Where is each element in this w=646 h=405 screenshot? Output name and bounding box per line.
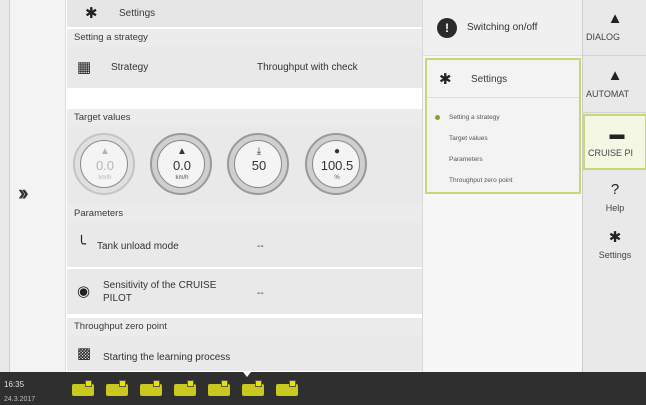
nav-dialog[interactable]: ▲ DIALOG [583, 0, 646, 56]
machine-icon[interactable] [240, 378, 266, 400]
clock-date: 24.3.2017 [4, 396, 36, 403]
tank-unload-value: -- [257, 241, 264, 252]
speed-icon: ▲ [100, 146, 110, 157]
nav-settings[interactable]: ✱ Settings [583, 218, 646, 274]
taskbar-notch [243, 372, 251, 377]
nav-settings-label: Settings [598, 250, 632, 260]
cruise-pilot-screen: ›› ✱ Settings Setting a strategy ▦ Strat… [0, 0, 646, 405]
strategy-row[interactable]: ▦ Strategy Throughput with check [67, 47, 422, 89]
sensitivity-label-line1: Sensitivity of the CRUISE [103, 280, 217, 291]
submenu-item-strategy[interactable]: Setting a strategy [449, 114, 500, 121]
nav-automatic-label: AUTOMAT [586, 89, 630, 99]
target-values-gauges: ▲ 0.0 km/h ▲ 0.0 km/h ⤓ 50 ● 100.5 % [67, 127, 422, 205]
settings-title: Settings [119, 8, 156, 19]
machine-icon[interactable] [274, 378, 300, 400]
harvester-icon: ▬ [609, 126, 625, 143]
help-icon: ? [610, 181, 620, 198]
taskbar: 16:35 24.3.2017 [0, 372, 646, 405]
machine-icon[interactable] [70, 378, 96, 400]
gauge-unit: % [334, 175, 340, 181]
gauge-crop[interactable]: ⤓ 50 [227, 133, 289, 195]
gauge-value: 0.0 [172, 158, 192, 173]
machine-icon[interactable] [104, 378, 130, 400]
nav-automatic[interactable]: ▲ AUTOMAT [583, 57, 646, 113]
gauge-speed[interactable]: ▲ 0.0 km/h [150, 133, 212, 195]
machine-icon[interactable] [138, 378, 164, 400]
gauge-throughput[interactable]: ● 100.5 % [305, 133, 367, 195]
learning-row[interactable]: ▩ Starting the learning process [67, 336, 422, 372]
section-throughput-zero: Throughput zero point [67, 318, 422, 336]
submenu-item-zero-point[interactable]: Throughput zero point [449, 177, 513, 184]
settings-header: ✱ Settings [67, 0, 422, 28]
throughput-icon: ● [333, 146, 341, 157]
settings-menu: ! Switching on/off ✱ Settings Setting a … [422, 0, 583, 372]
learning-label: Starting the learning process [103, 352, 231, 363]
clock-time: 16:35 [4, 380, 25, 389]
gauge-value: 100.5 [320, 158, 354, 173]
settings-submenu-title: Settings [471, 74, 508, 85]
sensitivity-label-line2: PILOT [103, 293, 132, 304]
nav-cruise-pilot[interactable]: ▬ CRUISE PI [583, 114, 646, 170]
gear-icon: ✱ [85, 5, 98, 22]
gauge-speed-disabled[interactable]: ▲ 0.0 km/h [73, 133, 135, 195]
section-target-values: Target values [67, 109, 422, 127]
tank-unload-label: Tank unload mode [97, 241, 179, 252]
gauge-value: 0.0 [95, 158, 115, 173]
sensitivity-row[interactable]: ◉ Sensitivity of the CRUISE PILOT -- [67, 269, 422, 315]
nav-dialog-label: DIALOG [586, 32, 621, 42]
sensitivity-value: -- [257, 288, 264, 299]
settings-submenu-header[interactable]: ✱ Settings [427, 60, 579, 98]
tank-unload-icon: ╰ [77, 236, 87, 253]
nav-help-label: Help [605, 203, 625, 213]
submenu-item-target-values[interactable]: Target values [449, 135, 488, 142]
machine-icon[interactable] [172, 378, 198, 400]
strategy-value: Throughput with check [257, 62, 358, 73]
right-navigation: ▲ DIALOG ▲ AUTOMAT ▬ CRUISE PI ? Help ✱ … [582, 0, 646, 372]
power-icon: ! [437, 18, 457, 38]
switching-button[interactable]: ! Switching on/off [423, 0, 583, 56]
gear-icon: ✱ [439, 71, 452, 88]
expand-panel-strip[interactable]: ›› [0, 0, 66, 372]
gear-icon: ✱ [608, 229, 622, 246]
tank-unload-row[interactable]: ╰ Tank unload mode -- [67, 223, 422, 268]
machine-icon[interactable] [206, 378, 232, 400]
automatic-icon: ▲ [607, 67, 623, 84]
submenu-item-parameters[interactable]: Parameters [449, 156, 483, 163]
switching-label: Switching on/off [467, 22, 538, 33]
section-setting-strategy: Setting a strategy [67, 29, 422, 47]
double-chevron-right-icon[interactable]: ›› [18, 180, 28, 206]
active-dot-icon [435, 115, 440, 120]
dialog-icon: ▲ [607, 10, 623, 27]
speed-icon: ▲ [177, 146, 187, 157]
section-parameters: Parameters [67, 205, 422, 223]
settings-submenu: ✱ Settings Setting a strategy Target val… [425, 58, 581, 194]
learning-icon: ▩ [77, 345, 92, 362]
nav-cruise-label: CRUISE PI [588, 148, 634, 158]
panel-edge [0, 0, 10, 372]
strategy-label: Strategy [111, 62, 149, 73]
gauge-unit: km/h [175, 175, 189, 181]
crop-icon: ⤓ [256, 146, 262, 157]
strategy-icon: ▦ [77, 59, 92, 76]
gauge-value: 50 [251, 158, 267, 173]
settings-panel: ✱ Settings Setting a strategy ▦ Strategy… [67, 0, 422, 372]
sensitivity-icon: ◉ [77, 283, 91, 300]
gauge-unit: km/h [98, 175, 112, 181]
